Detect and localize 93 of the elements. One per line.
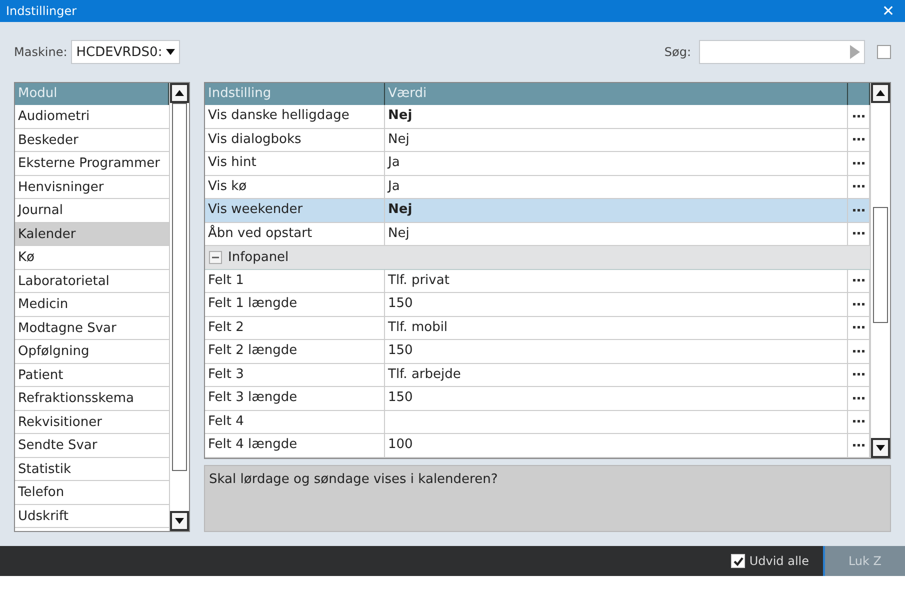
setting-value[interactable]: Nej	[388, 202, 412, 217]
more-button[interactable]	[850, 230, 866, 238]
setting-value[interactable]: Tlf. privat	[388, 272, 450, 288]
more-button[interactable]	[850, 348, 866, 355]
ellipsis-icon	[852, 232, 864, 236]
setting-name[interactable]: Felt 4	[205, 410, 385, 433]
table-row[interactable]: Vis hint Ja	[205, 152, 870, 176]
ellipsis-icon	[852, 326, 864, 330]
table-row[interactable]: Vis weekender Nej	[205, 199, 870, 222]
more-button[interactable]	[850, 277, 866, 284]
setting-value[interactable]: Tlf. mobil	[388, 320, 448, 334]
scroll-thumb[interactable]	[873, 207, 888, 323]
setting-name[interactable]: Felt 2 længde	[205, 340, 385, 362]
scroll-thumb[interactable]	[172, 103, 187, 471]
close-button[interactable]: ✕	[878, 2, 899, 20]
table-row[interactable]: Felt 4	[205, 410, 870, 434]
more-button[interactable]	[850, 136, 866, 144]
more-button[interactable]	[850, 300, 866, 308]
expand-all-checkbox[interactable]	[731, 554, 746, 568]
more-button[interactable]	[850, 394, 866, 402]
table-row[interactable]: Felt 2 Tlf. mobil	[205, 316, 870, 340]
ellipsis-icon	[852, 444, 864, 447]
setting-value[interactable]: Nej	[388, 108, 412, 123]
scrollbar[interactable]	[169, 83, 189, 531]
ellipsis-icon	[852, 420, 864, 424]
table-row[interactable]: Felt 1 Tlf. privat	[205, 270, 870, 293]
ellipsis-icon	[852, 162, 864, 165]
setting-value[interactable]: Ja	[388, 155, 400, 170]
table-row[interactable]: Felt 2 længde 150	[205, 340, 870, 364]
group-name: Infopanel	[228, 250, 289, 265]
ellipsis-icon	[852, 279, 864, 282]
setting-value[interactable]: 150	[388, 343, 413, 358]
setting-name[interactable]: Vis dialogboks	[205, 128, 385, 151]
setting-value[interactable]: 150	[388, 296, 413, 311]
search-checkbox[interactable]	[877, 45, 891, 59]
more-button[interactable]	[850, 324, 866, 332]
setting-name[interactable]: Vis weekender	[205, 199, 385, 222]
table-row[interactable]: Felt 4 længde 100	[205, 434, 870, 458]
table-row[interactable]: Vis dialogboks Nej	[205, 128, 870, 152]
table-row[interactable]: Vis danske helligdage Nej	[205, 105, 870, 128]
setting-name[interactable]: Felt 1	[205, 270, 385, 292]
window-title: Indstillinger	[6, 4, 78, 18]
ellipsis-icon	[852, 373, 864, 376]
ellipsis-icon	[852, 396, 864, 400]
ellipsis-icon	[852, 350, 864, 353]
ellipsis-icon	[852, 138, 864, 142]
setting-name[interactable]: Åbn ved opstart	[205, 222, 385, 245]
machine-dropdown[interactable]: HCDEVRDS0:	[71, 40, 180, 64]
setting-name[interactable]: Vis kø	[205, 176, 385, 198]
column-header: Indstilling	[205, 83, 385, 105]
more-button[interactable]	[850, 442, 866, 449]
machine-label: Maskine:	[14, 45, 68, 59]
setting-value[interactable]: Nej	[388, 132, 410, 146]
ellipsis-icon	[852, 302, 864, 306]
description-text: Skal lørdage og søndage vises i kalenderen?	[209, 472, 498, 486]
scroll-up-icon[interactable]	[876, 90, 885, 96]
module-item[interactable]: Kalender	[15, 222, 169, 246]
ellipsis-icon	[852, 208, 864, 212]
setting-value[interactable]: 100	[388, 437, 413, 452]
search-field[interactable]	[699, 40, 865, 64]
more-button[interactable]	[850, 206, 866, 214]
search-label: Søg:	[664, 45, 691, 59]
more-button[interactable]	[850, 160, 866, 167]
setting-value[interactable]: 150	[388, 390, 413, 405]
setting-name[interactable]: Vis hint	[205, 152, 385, 174]
table-row[interactable]: Felt 1 længde 150	[205, 293, 870, 316]
scroll-down-icon[interactable]	[876, 444, 885, 450]
group-row[interactable]: Infopanel	[205, 246, 870, 270]
more-button[interactable]	[850, 418, 866, 426]
setting-name[interactable]: Felt 4 længde	[205, 434, 385, 456]
scrollbar[interactable]	[870, 83, 890, 458]
setting-name[interactable]: Vis danske helligdage	[205, 105, 385, 128]
scroll-down-icon[interactable]	[175, 518, 184, 524]
column-header: Modul	[15, 83, 169, 105]
caret-icon	[166, 49, 176, 55]
setting-name[interactable]: Felt 1 længde	[205, 293, 385, 316]
setting-name[interactable]: Felt 3	[205, 364, 385, 386]
ellipsis-icon	[852, 114, 864, 118]
setting-value[interactable]: Ja	[388, 178, 400, 194]
more-button[interactable]	[850, 371, 866, 378]
column-header: Værdi	[385, 83, 848, 105]
expand-all-label: Udvid alle	[749, 554, 809, 568]
header-cell	[848, 83, 870, 105]
setting-name[interactable]: Felt 2	[205, 316, 385, 339]
scroll-up-icon[interactable]	[175, 90, 184, 96]
table-row[interactable]: Felt 3 Tlf. arbejde	[205, 364, 870, 387]
table-row[interactable]: Felt 3 længde 150	[205, 387, 870, 410]
more-button[interactable]	[850, 183, 866, 190]
setting-name[interactable]: Felt 3 længde	[205, 387, 385, 410]
setting-value[interactable]: Tlf. arbejde	[388, 366, 461, 382]
setting-value[interactable]: Nej	[388, 226, 410, 240]
ellipsis-icon	[852, 185, 864, 188]
more-button[interactable]	[850, 112, 866, 120]
